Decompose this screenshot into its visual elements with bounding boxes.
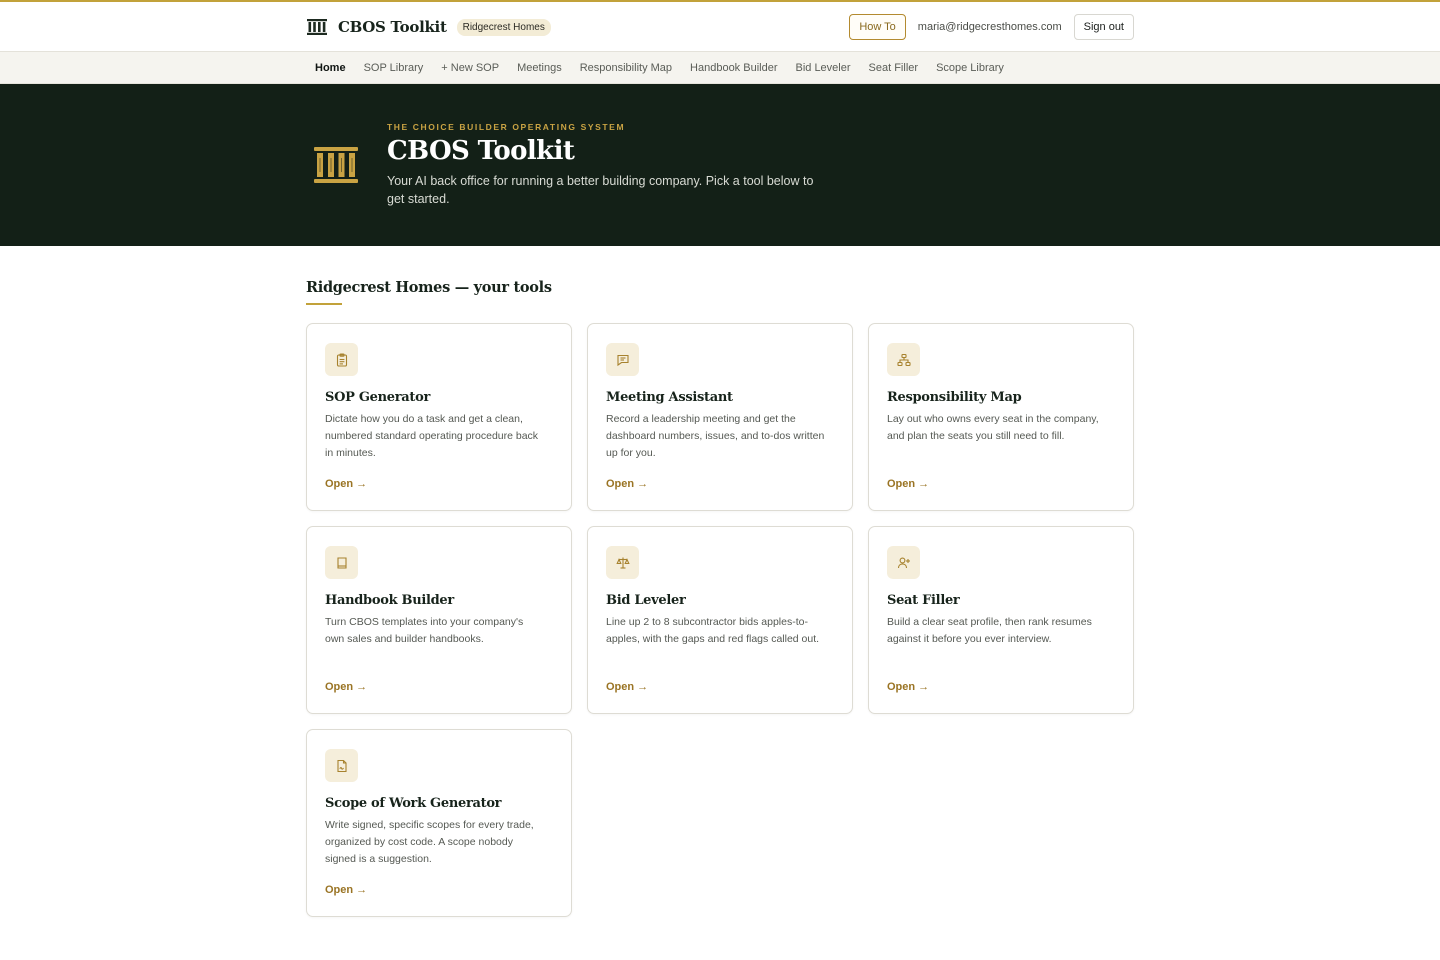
app-header: CBOS Toolkit Ridgecrest Homes How To mar… bbox=[0, 2, 1440, 52]
nav-item-scope-library[interactable]: Scope Library bbox=[927, 62, 1013, 74]
nav-item-handbook-builder[interactable]: Handbook Builder bbox=[681, 62, 786, 74]
open-link[interactable]: Open → bbox=[325, 681, 367, 693]
scale-icon bbox=[606, 546, 639, 579]
card-title: Seat Filler bbox=[887, 593, 960, 608]
main-nav: Home SOP Library + New SOP Meetings Resp… bbox=[0, 52, 1440, 84]
message-square-icon bbox=[606, 343, 639, 376]
open-link[interactable]: Open → bbox=[887, 478, 929, 490]
tool-card-responsibility-map[interactable]: Responsibility Map Lay out who owns ever… bbox=[868, 323, 1134, 511]
open-link[interactable]: Open → bbox=[325, 478, 367, 490]
card-title: Scope of Work Generator bbox=[325, 796, 502, 811]
open-link[interactable]: Open → bbox=[606, 681, 648, 693]
card-title: Handbook Builder bbox=[325, 593, 454, 608]
card-title: SOP Generator bbox=[325, 390, 431, 405]
nav-item-responsibility-map[interactable]: Responsibility Map bbox=[571, 62, 681, 74]
main-content: Ridgecrest Homes — your tools SOP Genera… bbox=[306, 279, 1134, 917]
section-underline bbox=[306, 303, 342, 305]
columns-hero-icon bbox=[313, 146, 359, 184]
card-description: Write signed, specific scopes for every … bbox=[325, 819, 534, 865]
tool-card-handbook-builder[interactable]: Handbook Builder Turn CBOS templates int… bbox=[306, 526, 572, 714]
tools-grid: SOP Generator Dictate how you do a task … bbox=[306, 323, 1134, 917]
nav-item-seat-filler[interactable]: Seat Filler bbox=[860, 62, 928, 74]
file-signature-icon bbox=[325, 749, 358, 782]
card-description: Turn CBOS templates into your company's … bbox=[325, 616, 524, 645]
card-description: Build a clear seat profile, then rank re… bbox=[887, 616, 1092, 645]
columns-logo-icon bbox=[306, 18, 328, 36]
card-title: Meeting Assistant bbox=[606, 390, 733, 405]
hero-banner: THE CHOICE BUILDER OPERATING SYSTEM CBOS… bbox=[0, 84, 1440, 246]
tool-card-meeting-assistant[interactable]: Meeting Assistant Record a leadership me… bbox=[587, 323, 853, 511]
org-badge: Ridgecrest Homes bbox=[456, 18, 551, 36]
tool-card-bid-leveler[interactable]: Bid Leveler Line up 2 to 8 subcontractor… bbox=[587, 526, 853, 714]
card-description: Lay out who owns every seat in the compa… bbox=[887, 413, 1099, 442]
user-email: maria@ridgecresthomes.com bbox=[917, 21, 1062, 33]
card-description: Line up 2 to 8 subcontractor bids apples… bbox=[606, 616, 820, 645]
card-description: Record a leadership meeting and get the … bbox=[606, 413, 825, 459]
hero-title: CBOS Toolkit bbox=[387, 136, 575, 166]
card-title: Bid Leveler bbox=[606, 593, 686, 608]
hero-subtitle: Your AI back office for running a better… bbox=[387, 174, 814, 206]
sign-out-button[interactable]: Sign out bbox=[1073, 14, 1134, 40]
how-to-button[interactable]: How To bbox=[849, 14, 906, 40]
open-link[interactable]: Open → bbox=[325, 884, 367, 896]
card-title: Responsibility Map bbox=[887, 390, 1022, 405]
book-icon bbox=[325, 546, 358, 579]
nav-item-meetings[interactable]: Meetings bbox=[508, 62, 571, 74]
tool-card-scope-of-work-generator[interactable]: Scope of Work Generator Write signed, sp… bbox=[306, 729, 572, 917]
card-description: Dictate how you do a task and get a clea… bbox=[325, 413, 539, 459]
user-plus-icon bbox=[887, 546, 920, 579]
open-link[interactable]: Open → bbox=[887, 681, 929, 693]
brand-name: CBOS Toolkit bbox=[338, 18, 447, 36]
hero-eyebrow: THE CHOICE BUILDER OPERATING SYSTEM bbox=[387, 122, 626, 132]
nav-item-home[interactable]: Home bbox=[306, 62, 355, 74]
org-chart-icon bbox=[887, 343, 920, 376]
open-link[interactable]: Open → bbox=[606, 478, 648, 490]
nav-item-sop-library[interactable]: SOP Library bbox=[355, 62, 433, 74]
tool-card-sop-generator[interactable]: SOP Generator Dictate how you do a task … bbox=[306, 323, 572, 511]
tool-card-seat-filler[interactable]: Seat Filler Build a clear seat profile, … bbox=[868, 526, 1134, 714]
brand[interactable]: CBOS Toolkit Ridgecrest Homes bbox=[306, 18, 551, 36]
nav-item-bid-leveler[interactable]: Bid Leveler bbox=[786, 62, 859, 74]
clipboard-icon bbox=[325, 343, 358, 376]
section-title: Ridgecrest Homes — your tools bbox=[306, 279, 552, 296]
nav-item-new-sop[interactable]: + New SOP bbox=[432, 62, 508, 74]
